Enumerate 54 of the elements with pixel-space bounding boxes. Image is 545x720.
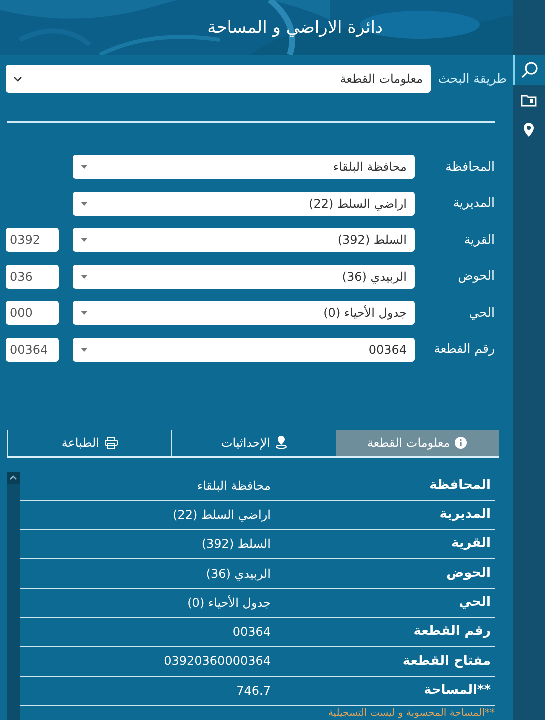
dropdown-arrow-icon [81,348,88,352]
field-label: المحافظة [444,158,495,176]
detail-value: محافظة البلقاء [197,478,271,495]
detail-value: 03920360000364 [164,653,271,670]
dropdown-field[interactable]: محافظة البلقاء [73,155,415,179]
dropdown-arrow-icon [81,238,88,242]
detail-value: اراضي السلط (22) [173,506,271,524]
location-icon [523,122,535,138]
dropdown-arrow-icon [81,202,88,206]
search-button[interactable] [513,55,545,85]
tab[interactable]: الطباعة [7,430,172,456]
footnote: **المساحة المحسوبة و ليست التسجيلية [327,708,495,720]
detail-label: القرية [450,535,491,554]
code-field[interactable]: 0392 [6,228,59,252]
dropdown-field[interactable]: 00364 [73,338,415,362]
field-label: الحي [468,304,495,322]
field-label: الحوض [457,267,495,286]
detail-value: 00364 [232,624,271,642]
detail-label: مفتاح القطعة [402,652,491,671]
detail-label: الحي [458,594,491,612]
tab[interactable]: الإحداثيات [171,430,336,456]
detail-label: **المساحة [422,682,491,700]
scroll-up-icon[interactable] [7,472,20,484]
code-field[interactable]: 00364 [6,338,59,362]
field-label: القرية [463,230,495,249]
code-field[interactable]: 000 [6,301,59,325]
field-label: المديرية [452,194,495,212]
detail-value: 746.7 [236,682,271,700]
pin-icon [276,436,287,449]
window-title: دائرة الاراضي و المساحة [208,17,383,40]
search-method-select[interactable]: معلومات القطعة [6,65,431,93]
dropdown-field[interactable]: اراضي السلط (22) [73,192,415,216]
dropdown-arrow-icon [81,274,88,278]
detail-value: جدول الأحياء (0) [188,594,271,612]
dropdown-arrow-icon [81,311,88,315]
detail-label: المديرية [438,506,491,524]
chevron-icon [14,76,22,82]
field-label: طريقة البحث [437,70,507,88]
detail-label: رقم القطعة [412,623,491,642]
detail-label: المحافظة [428,476,491,495]
detail-value: الربيدي (36) [206,566,271,583]
search-icon [521,61,539,79]
dropdown-field[interactable]: جدول الأحياء (0) [73,301,415,325]
field-label: رقم القطعة [433,340,495,358]
scrollbar[interactable] [7,472,20,720]
dropdown-field[interactable]: الربيدي (36) [73,264,415,288]
dropdown-field[interactable]: السلط (392) [73,228,415,252]
folder-icon [521,93,537,107]
code-field[interactable]: 036 [6,264,59,288]
detail-value: السلط (392) [202,536,271,554]
dropdown-arrow-icon [81,165,88,169]
detail-label: الحوض [446,564,491,583]
printer-icon [104,436,118,448]
info-icon [455,436,468,448]
